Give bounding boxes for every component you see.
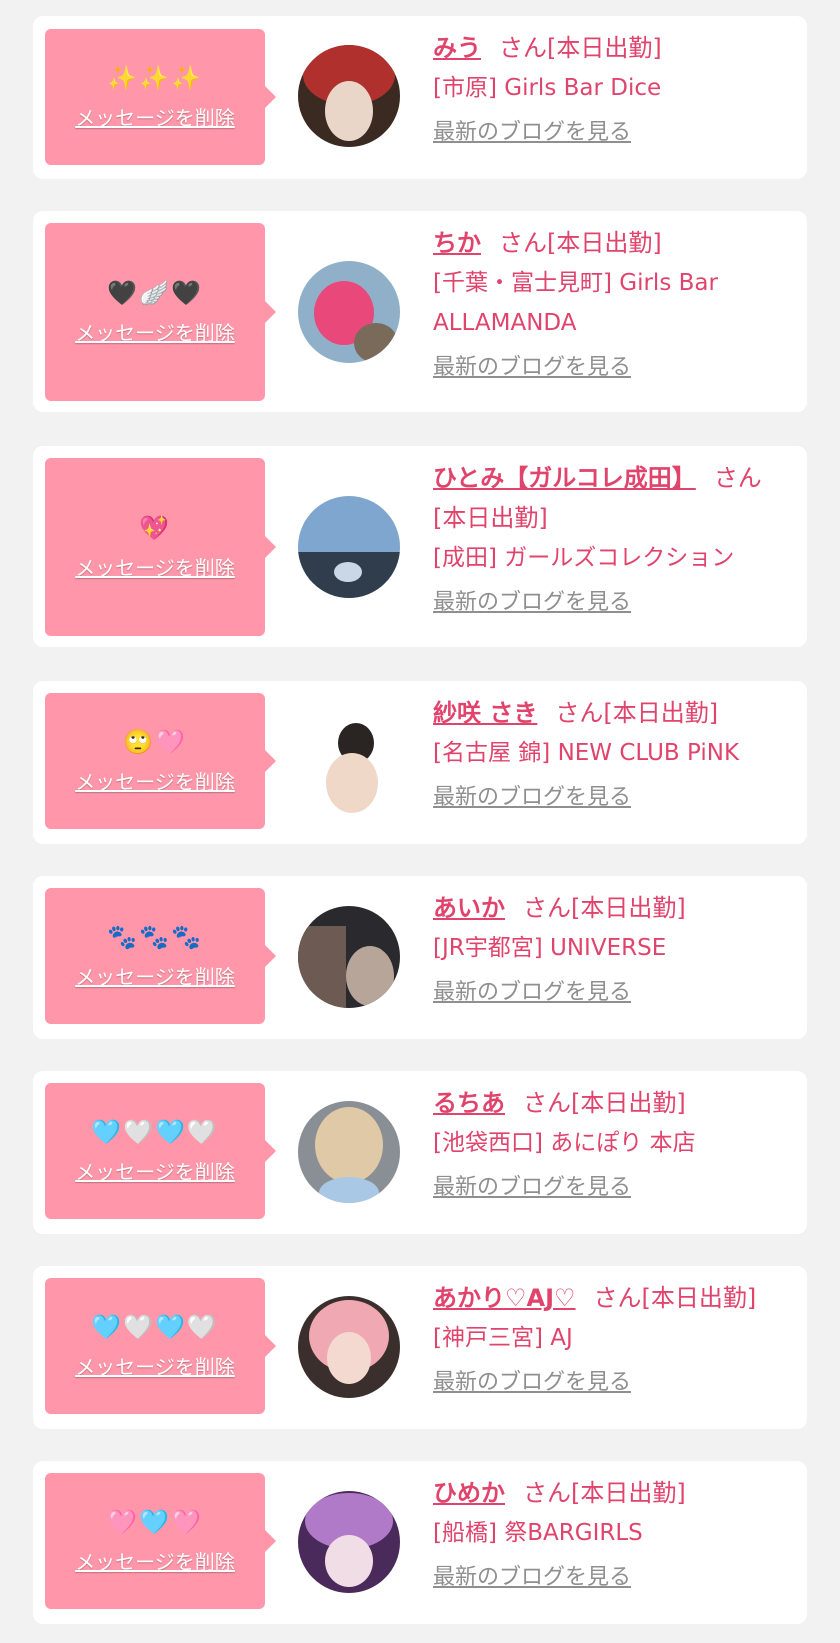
name-line: みう さん[本日出勤] xyxy=(433,28,789,68)
avatar-photo xyxy=(298,906,400,1008)
cast-info: ひとみ【ガルコレ成田】 さん[本日出勤] [成田] ガールズコレクション 最新のブ… xyxy=(433,458,789,618)
cast-info: 紗咲 さき さん[本日出勤] [名古屋 錦] NEW CLUB PiNK 最新のブ… xyxy=(433,693,789,813)
shop-name: [神戸三宮] AJ xyxy=(433,1325,573,1351)
latest-blog-link[interactable]: 最新のブログを見る xyxy=(433,978,631,1008)
latest-blog-link[interactable]: 最新のブログを見る xyxy=(433,118,631,148)
cast-info: ちか さん[本日出勤] [千葉・富士見町] Girls Bar ALLAMANDA… xyxy=(433,223,789,383)
avatar-photo xyxy=(298,1491,400,1593)
message-emoji: 💖 xyxy=(139,513,171,542)
cast-status: さん[本日出勤] xyxy=(593,1284,757,1312)
message-emoji: 🐾🐾🐾 xyxy=(107,922,203,951)
cast-status: さん[本日出勤] xyxy=(499,34,662,62)
delete-message-button[interactable]: メッセージを削除 xyxy=(75,102,235,131)
shop-name: [市原] Girls Bar Dice xyxy=(433,75,662,101)
avatar-photo xyxy=(298,45,400,147)
name-line: ひとみ【ガルコレ成田】 さん[本日出勤] xyxy=(433,458,789,538)
avatar[interactable] xyxy=(298,45,400,147)
cast-info: あいか さん[本日出勤] [JR宇都宮] UNIVERSE 最新のブログを見る xyxy=(433,888,789,1008)
cast-info: ひめか さん[本日出勤] [船橋] 祭BARGIRLS 最新のブログを見る xyxy=(433,1473,789,1593)
message-box: 🩵🤍🩵🤍 メッセージを削除 xyxy=(45,1278,276,1414)
message-list: ✨✨✨ メッセージを削除 みう さん[本日出勤] [市原] Girls Bar D… xyxy=(0,0,840,1643)
name-line: あかり♡AJ♡ さん[本日出勤] xyxy=(433,1278,789,1318)
cast-status: さん[本日出勤] xyxy=(555,699,719,727)
avatar[interactable] xyxy=(298,711,400,813)
cast-name-link[interactable]: 紗咲 さき xyxy=(433,699,537,727)
cast-card: 🐾🐾🐾 メッセージを削除 あいか さん[本日出勤] [JR宇都宮] UNIVERS… xyxy=(33,876,807,1039)
cast-card: 🙄🩷 メッセージを削除 紗咲 さき さん[本日出勤] [名古屋 錦] NEW CL… xyxy=(33,681,807,844)
latest-blog-link[interactable]: 最新のブログを見る xyxy=(433,353,631,383)
avatar[interactable] xyxy=(298,1101,400,1203)
shop-name: [千葉・富士見町] Girls Bar ALLAMANDA xyxy=(433,270,718,336)
avatar-photo xyxy=(298,1296,400,1398)
cast-card: 🖤🪽🖤 メッセージを削除 ちか さん[本日出勤] [千葉・富士見町] Girls … xyxy=(33,211,807,412)
name-line: あいか さん[本日出勤] xyxy=(433,888,789,928)
cast-name-link[interactable]: ひとみ【ガルコレ成田】 xyxy=(433,464,696,492)
cast-name-link[interactable]: みう xyxy=(433,34,481,62)
shop-name: [池袋西口] あにぽり 本店 xyxy=(433,1130,696,1156)
shop-name: [名古屋 錦] NEW CLUB PiNK xyxy=(433,740,740,766)
cast-info: あかり♡AJ♡ さん[本日出勤] [神戸三宮] AJ 最新のブログを見る xyxy=(433,1278,789,1398)
cast-card: 🩵🤍🩵🤍 メッセージを削除 るちあ さん[本日出勤] [池袋西口] あにぽり 本店… xyxy=(33,1071,807,1234)
cast-card: 🩵🤍🩵🤍 メッセージを削除 あかり♡AJ♡ さん[本日出勤] [神戸三宮] AJ … xyxy=(33,1266,807,1429)
latest-blog-link[interactable]: 最新のブログを見る xyxy=(433,1368,631,1398)
delete-message-button[interactable]: メッセージを削除 xyxy=(75,552,235,581)
latest-blog-link[interactable]: 最新のブログを見る xyxy=(433,588,631,618)
cast-info: るちあ さん[本日出勤] [池袋西口] あにぽり 本店 最新のブログを見る xyxy=(433,1083,789,1203)
avatar[interactable] xyxy=(298,261,400,363)
message-emoji: 🩵🤍🩵🤍 xyxy=(91,1117,219,1146)
cast-status: さん[本日出勤] xyxy=(499,229,662,257)
message-emoji: ✨✨✨ xyxy=(107,63,203,92)
message-emoji: 🙄🩷 xyxy=(123,727,187,756)
latest-blog-link[interactable]: 最新のブログを見る xyxy=(433,1173,631,1203)
cast-status: さん[本日出勤] xyxy=(523,1479,686,1507)
cast-status: さん[本日出勤] xyxy=(523,1089,686,1117)
message-box: 💖 メッセージを削除 xyxy=(45,458,276,636)
message-box: 🖤🪽🖤 メッセージを削除 xyxy=(45,223,276,401)
avatar[interactable] xyxy=(298,906,400,1008)
avatar-photo xyxy=(298,496,400,598)
name-line: ひめか さん[本日出勤] xyxy=(433,1473,789,1513)
message-box: ✨✨✨ メッセージを削除 xyxy=(45,29,276,165)
message-box: 🩵🤍🩵🤍 メッセージを削除 xyxy=(45,1083,276,1219)
shop-name: [成田] ガールズコレクション xyxy=(433,545,735,571)
cast-status: さん[本日出勤] xyxy=(523,894,686,922)
latest-blog-link[interactable]: 最新のブログを見る xyxy=(433,783,631,813)
cast-name-link[interactable]: あいか xyxy=(433,894,505,922)
message-box: 🐾🐾🐾 メッセージを削除 xyxy=(45,888,276,1024)
delete-message-button[interactable]: メッセージを削除 xyxy=(75,1351,235,1380)
delete-message-button[interactable]: メッセージを削除 xyxy=(75,1546,235,1575)
message-emoji: 🩷🩵🩷 xyxy=(107,1507,203,1536)
latest-blog-link[interactable]: 最新のブログを見る xyxy=(433,1563,631,1593)
avatar-photo xyxy=(298,261,400,363)
cast-info: みう さん[本日出勤] [市原] Girls Bar Dice 最新のブログを見る xyxy=(433,28,789,148)
cast-card: 🩷🩵🩷 メッセージを削除 ひめか さん[本日出勤] [船橋] 祭BARGIRLS … xyxy=(33,1461,807,1624)
cast-name-link[interactable]: るちあ xyxy=(433,1089,505,1117)
name-line: るちあ さん[本日出勤] xyxy=(433,1083,789,1123)
delete-message-button[interactable]: メッセージを削除 xyxy=(75,1156,235,1185)
shop-name: [船橋] 祭BARGIRLS xyxy=(433,1520,643,1546)
delete-message-button[interactable]: メッセージを削除 xyxy=(75,317,235,346)
message-box: 🩷🩵🩷 メッセージを削除 xyxy=(45,1473,276,1609)
avatar[interactable] xyxy=(298,496,400,598)
message-box: 🙄🩷 メッセージを削除 xyxy=(45,693,276,829)
avatar-photo xyxy=(298,1101,400,1203)
cast-name-link[interactable]: あかり♡AJ♡ xyxy=(433,1284,576,1312)
cast-card: ✨✨✨ メッセージを削除 みう さん[本日出勤] [市原] Girls Bar D… xyxy=(33,16,807,179)
avatar[interactable] xyxy=(298,1491,400,1593)
cast-name-link[interactable]: ちか xyxy=(433,229,481,257)
name-line: ちか さん[本日出勤] xyxy=(433,223,789,263)
avatar[interactable] xyxy=(298,1296,400,1398)
shop-name: [JR宇都宮] UNIVERSE xyxy=(433,935,667,961)
message-emoji: 🩵🤍🩵🤍 xyxy=(91,1312,219,1341)
cast-name-link[interactable]: ひめか xyxy=(433,1479,505,1507)
delete-message-button[interactable]: メッセージを削除 xyxy=(75,961,235,990)
delete-message-button[interactable]: メッセージを削除 xyxy=(75,766,235,795)
cast-card: 💖 メッセージを削除 ひとみ【ガルコレ成田】 さん[本日出勤] [成田] ガールズ… xyxy=(33,446,807,647)
name-line: 紗咲 さき さん[本日出勤] xyxy=(433,693,789,733)
message-emoji: 🖤🪽🖤 xyxy=(107,278,203,307)
avatar-photo xyxy=(298,711,400,813)
